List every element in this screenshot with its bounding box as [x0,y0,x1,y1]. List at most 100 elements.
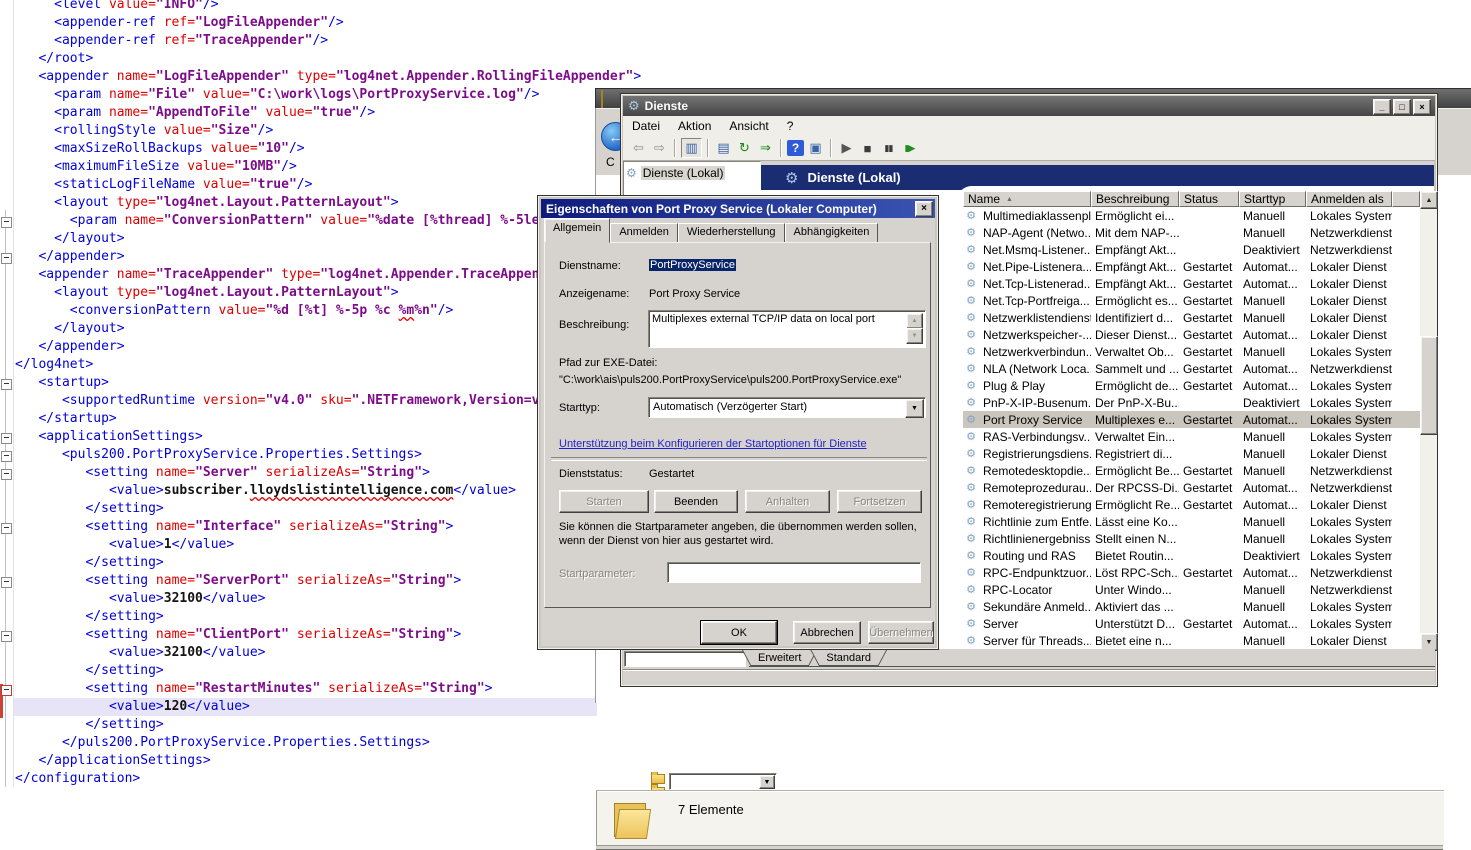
service-row[interactable]: ⚙RAS-Verbindungsv...Verwaltet Ein...Manu… [963,428,1420,445]
code-line[interactable]: <appender-ref ref="TraceAppender"/> [15,32,798,50]
service-row[interactable]: ⚙RPC-Endpunktzuor...Löst RPC-Sch...Gesta… [963,564,1420,581]
service-row[interactable]: ⚙RemoteregistrierungErmöglicht Re...Gest… [963,496,1420,513]
properties-dialog[interactable]: Eigenschaften von Port Proxy Service (Lo… [537,195,939,650]
service-row[interactable]: ⚙Port Proxy ServiceMultiplexes e...Gesta… [963,411,1420,428]
services-table[interactable]: Name▲BeschreibungStatusStarttypAnmelden … [963,191,1420,649]
console-tree-icon[interactable]: ▥ [681,138,702,158]
scroll-down-icon[interactable]: ▼ [906,328,923,344]
uebernehmen-button[interactable]: Übernehmen [868,621,934,644]
table-header[interactable]: Name▲BeschreibungStatusStarttypAnmelden … [963,191,1420,207]
code-line[interactable]: <appender name="LogFileAppender" type="l… [15,68,798,86]
service-row[interactable]: ⚙NetzwerklistendienstIdentifiziert d...G… [963,309,1420,326]
service-row[interactable]: ⚙Routing und RASBietet Routin...Deaktivi… [963,547,1420,564]
restart-service-icon[interactable]: ▮▶ [900,139,919,157]
fold-marker[interactable] [1,523,12,534]
column-header-name[interactable]: Name▲ [963,191,1091,207]
tab-abhngigkeiten[interactable]: Abhängigkeiten [785,223,879,243]
service-row[interactable]: ⚙Plug & PlayErmöglicht de...GestartetAut… [963,377,1420,394]
services-toolbar[interactable]: ⇦⇨▥▤↻⇒?▣▶■▮▮▮▶ [623,136,1435,161]
fortsetzen-button[interactable]: Fortsetzen [837,490,922,513]
service-row[interactable]: ⚙Netzwerkverbindun...Verwaltet Ob...Gest… [963,343,1420,360]
anhalten-button[interactable]: Anhalten [745,490,830,513]
services-titlebar[interactable]: ⚙ Dienste _□× [623,96,1435,116]
tab-wiederherstellung[interactable]: Wiederherstellung [678,223,785,243]
anzeigename-value[interactable]: Port Proxy Service [649,288,740,300]
tab-allgemein[interactable]: Allgemein [544,218,610,243]
fold-marker[interactable] [1,685,12,696]
service-row[interactable]: ⚙Sekundäre Anmeld...Aktiviert das ...Man… [963,598,1420,615]
back-icon[interactable]: ⇦ [629,139,648,157]
tab-anmelden[interactable]: Anmelden [610,223,678,243]
start-service-icon[interactable]: ▶ [837,139,856,157]
fold-marker[interactable] [1,253,12,264]
service-row[interactable]: ⚙Remoteprozedurau...Der RPCSS-Di...Gesta… [963,479,1420,496]
service-row[interactable]: ⚙Richtlinienergebniss...Stellt einen N..… [963,530,1420,547]
services-menubar[interactable]: DateiAktionAnsicht? [623,116,1435,137]
tabstrip-textbox[interactable] [624,651,746,667]
menu-item-aktion[interactable]: Aktion [669,117,720,135]
scroll-up-button[interactable]: ▲ [1420,191,1438,209]
beschreibung-textbox[interactable]: Multiplexes external TCP/IP data on loca… [648,310,926,348]
refresh-icon[interactable]: ↻ [735,139,754,157]
fold-marker[interactable] [1,217,12,228]
code-line[interactable]: <appender-ref ref="LogFileAppender"/> [15,14,798,32]
pause-service-icon[interactable]: ▮▮ [879,139,898,157]
view-tab-erweitert[interactable]: Erweitert [742,650,817,667]
service-row[interactable]: ⚙Net.Tcp-Listenerad...Empfängt Akt...Ges… [963,275,1420,292]
service-row[interactable]: ⚙Netzwerkspeicher-...Dieser Dienst...Ges… [963,326,1420,343]
service-row[interactable]: ⚙Multimediaklassenpl...Ermöglicht ei...M… [963,207,1420,224]
editor-gutter[interactable] [0,0,14,787]
service-row[interactable]: ⚙Net.Tcp-Portfreiga...Ermöglicht es...Ge… [963,292,1420,309]
scroll-up-icon[interactable]: ▲ [906,313,923,329]
code-line[interactable]: <level value="INFO"/> [15,0,798,14]
dialog-titlebar[interactable]: Eigenschaften von Port Proxy Service (Lo… [541,199,935,218]
service-row[interactable]: ⚙Server für Threads...Bietet eine n...Ma… [963,632,1420,649]
fold-marker[interactable] [1,433,12,444]
startparameter-input[interactable] [667,562,921,583]
service-row[interactable]: ⚙Richtlinie zum Entfe...Lässt eine Ko...… [963,513,1420,530]
fold-marker[interactable] [1,469,12,480]
service-row[interactable]: ⚙Net.Msmq-Listener...Empfängt Akt...Deak… [963,241,1420,258]
menu-item-ansicht[interactable]: Ansicht [720,117,777,135]
forward-icon[interactable]: ⇨ [650,139,669,157]
view-tabs[interactable]: ErweitertStandard [749,650,887,667]
column-header-starttyp[interactable]: Starttyp [1239,191,1306,207]
column-header-beschreibung[interactable]: Beschreibung [1091,191,1179,207]
menu-item-?[interactable]: ? [778,117,803,135]
column-header-status[interactable]: Status [1179,191,1239,207]
table-body[interactable]: ⚙Multimediaklassenpl...Ermöglicht ei...M… [963,207,1420,649]
service-row[interactable]: ⚙NLA (Network Loca...Sammelt und ...Gest… [963,360,1420,377]
service-row[interactable]: ⚙Registrierungsdiens...Registriert di...… [963,445,1420,462]
ok-button[interactable]: OK [701,621,777,644]
service-row[interactable]: ⚙Net.Pipe-Listenera...Empfängt Akt...Ges… [963,258,1420,275]
close-button[interactable]: × [1413,99,1431,115]
fold-marker[interactable] [1,631,12,642]
service-row[interactable]: ⚙Remotedesktopdie...Ermöglicht Be...Gest… [963,462,1420,479]
starten-button[interactable]: Starten [559,490,649,513]
service-row[interactable]: ⚙PnP-X-IP-Busenum...Der PnP-X-Bu...Deakt… [963,394,1420,411]
tree-item-dienste-lokal[interactable]: ⚙ Dienste (Lokal) [626,164,760,181]
code-line[interactable]: </root> [15,50,798,68]
dienstname-value[interactable]: PortProxyService [649,259,736,271]
startoptions-help-link[interactable]: Unterstützung beim Konfigurieren der Sta… [559,438,867,450]
chevron-down-icon[interactable]: ▼ [905,399,924,418]
fold-marker[interactable] [1,451,12,462]
vertical-scrollbar[interactable]: ▲ ▼ [1420,191,1436,649]
beenden-button[interactable]: Beenden [654,490,738,513]
column-header-anmeldenals[interactable]: Anmelden als [1306,191,1392,207]
dialog-tabs[interactable]: AllgemeinAnmeldenWiederherstellungAbhäng… [544,222,878,243]
service-row[interactable]: ⚙ServerUnterstützt D...GestartetAutomat.… [963,615,1420,632]
help-icon[interactable]: ? [787,140,804,156]
stop-service-icon[interactable]: ■ [858,139,877,157]
extended-view-icon[interactable]: ▣ [806,139,825,157]
abbrechen-button[interactable]: Abbrechen [793,621,861,644]
service-row[interactable]: ⚙NAP-Agent (Netwo...Mit dem NAP-...Manue… [963,224,1420,241]
starttyp-combobox[interactable]: Automatisch (Verzögerter Start) ▼ [648,397,926,418]
close-icon[interactable]: × [915,201,933,217]
minimize-button[interactable]: _ [1373,99,1391,115]
column-header-filler[interactable] [1392,191,1420,207]
scrollbar-thumb[interactable] [1420,336,1438,435]
filter-combobox[interactable]: ▼ [669,773,777,790]
properties-icon[interactable]: ▤ [714,139,733,157]
menu-item-datei[interactable]: Datei [623,117,669,135]
